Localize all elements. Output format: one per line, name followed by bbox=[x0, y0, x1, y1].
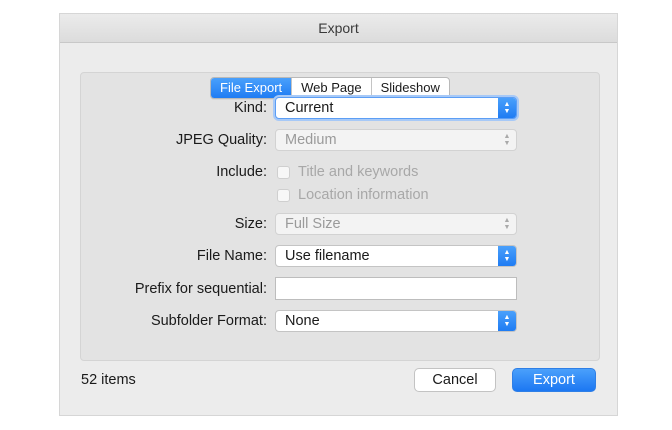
jpeg-quality-popup: Medium ▲ ▼ bbox=[275, 129, 517, 151]
window-title: Export bbox=[318, 20, 359, 36]
title-keywords-option: Title and keywords bbox=[277, 163, 418, 181]
title-keywords-label: Title and keywords bbox=[298, 164, 419, 180]
prefix-label: Prefix for sequential: bbox=[134, 281, 267, 297]
export-button[interactable]: Export bbox=[512, 368, 596, 392]
up-down-chevron-icon: ▲ ▼ bbox=[498, 246, 516, 266]
up-down-chevron-icon: ▲ ▼ bbox=[498, 311, 516, 331]
title-keywords-checkbox bbox=[277, 165, 290, 179]
location-info-checkbox bbox=[277, 188, 290, 202]
size-popup: Full Size ▲ ▼ bbox=[275, 213, 517, 235]
tab-bar: File Export Web Page Slideshow bbox=[210, 77, 450, 99]
kind-popup[interactable]: Current ▲ ▼ bbox=[275, 97, 517, 119]
location-info-label: Location information bbox=[298, 187, 429, 203]
prefix-input[interactable] bbox=[275, 277, 517, 300]
title-bar[interactable]: Export bbox=[60, 14, 617, 43]
up-down-chevron-icon: ▲ ▼ bbox=[498, 98, 516, 118]
kind-label: Kind: bbox=[233, 100, 267, 116]
cancel-button[interactable]: Cancel bbox=[414, 368, 496, 392]
item-count: 52 items bbox=[81, 372, 136, 388]
subfolder-format-value: None bbox=[285, 313, 320, 329]
tab-web-page[interactable]: Web Page bbox=[291, 78, 370, 98]
up-down-chevron-icon: ▲ ▼ bbox=[503, 133, 511, 147]
kind-value: Current bbox=[285, 100, 334, 116]
include-label: Include: bbox=[216, 164, 267, 180]
jpeg-quality-value: Medium bbox=[285, 132, 337, 148]
size-value: Full Size bbox=[285, 216, 341, 232]
file-name-value: Use filename bbox=[285, 248, 370, 264]
location-info-option: Location information bbox=[277, 186, 429, 204]
file-name-label: File Name: bbox=[196, 248, 267, 264]
export-dialog: Export File Export Web Page Slideshow Ki… bbox=[60, 14, 617, 415]
tab-file-export[interactable]: File Export bbox=[211, 78, 292, 98]
subfolder-format-popup[interactable]: None ▲ ▼ bbox=[275, 310, 517, 332]
file-name-popup[interactable]: Use filename ▲ ▼ bbox=[275, 245, 517, 267]
jpeg-quality-label: JPEG Quality: bbox=[175, 132, 267, 148]
size-label: Size: bbox=[234, 216, 267, 232]
subfolder-format-label: Subfolder Format: bbox=[150, 313, 267, 329]
up-down-chevron-icon: ▲ ▼ bbox=[503, 217, 511, 231]
tab-slideshow[interactable]: Slideshow bbox=[370, 78, 449, 98]
